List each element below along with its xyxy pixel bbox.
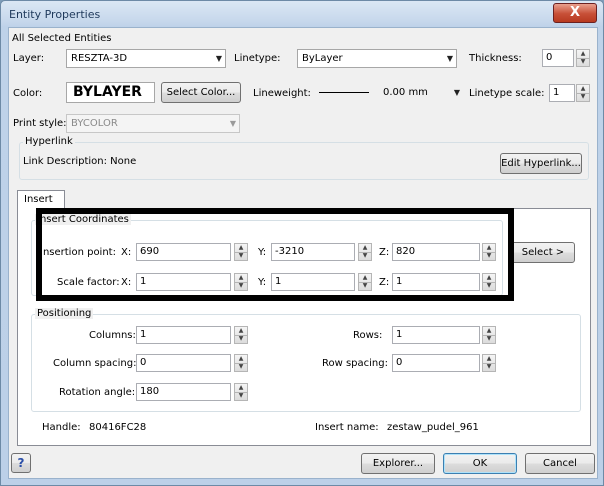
linetype-value: ByLayer	[302, 53, 343, 64]
close-button[interactable]: X	[553, 3, 597, 23]
ok-button[interactable]: OK	[443, 453, 517, 474]
all-selected-entities-title: All Selected Entities	[12, 33, 112, 44]
positioning-title: Positioning	[35, 308, 94, 319]
color-value: BYLAYER	[66, 82, 155, 103]
lineweight-dropdown[interactable]: 0.00 mm ▼	[315, 84, 463, 103]
spin-down-icon[interactable]: ▼	[577, 93, 589, 101]
select-button[interactable]: Select >	[511, 242, 575, 263]
chevron-down-icon: ▼	[229, 119, 236, 128]
spin-down-icon[interactable]: ▼	[235, 335, 247, 343]
dialog-client-area: All Selected Entities Layer: RESZTA-3D ▼ …	[8, 27, 598, 479]
layer-label: Layer:	[13, 53, 45, 64]
rotation-angle-input[interactable]: 180	[136, 383, 231, 401]
chevron-down-icon: ▼	[453, 88, 460, 97]
rotation-angle-stepper[interactable]: ▲ ▼	[234, 383, 248, 401]
layer-dropdown[interactable]: RESZTA-3D ▼	[66, 49, 226, 68]
print-style-dropdown: BYCOLOR ▼	[66, 114, 240, 133]
explorer-button[interactable]: Explorer...	[361, 453, 435, 474]
spin-down-icon[interactable]: ▼	[577, 58, 589, 66]
color-label: Color:	[13, 88, 43, 99]
select-color-button[interactable]: Select Color...	[161, 82, 241, 103]
thickness-stepper[interactable]: ▲ ▼	[576, 49, 590, 67]
spin-down-icon[interactable]: ▼	[235, 363, 247, 371]
row-spacing-stepper[interactable]: ▲ ▼	[482, 354, 496, 372]
chevron-down-icon: ▼	[215, 54, 222, 63]
insert-name-label: Insert name:	[315, 422, 379, 433]
entity-properties-window: Entity Properties X All Selected Entitie…	[0, 0, 604, 486]
lineweight-sample-line	[319, 92, 369, 93]
rotation-angle-label: Rotation angle:	[59, 387, 136, 398]
hyperlink-title: Hyperlink	[23, 136, 75, 147]
cancel-button[interactable]: Cancel	[525, 453, 595, 474]
print-style-value: BYCOLOR	[71, 118, 118, 129]
row-spacing-label: Row spacing:	[322, 358, 388, 369]
close-icon: X	[569, 5, 581, 20]
tab-insert[interactable]: Insert	[17, 190, 65, 209]
columns-label: Columns:	[89, 330, 136, 341]
linetype-scale-label: Linetype scale:	[469, 88, 545, 99]
row-spacing-input[interactable]: 0	[392, 354, 480, 372]
columns-input[interactable]: 1	[136, 326, 231, 344]
column-spacing-input[interactable]: 0	[136, 354, 231, 372]
thickness-input[interactable]: 0	[542, 49, 574, 67]
linetype-scale-stepper[interactable]: ▲ ▼	[576, 84, 590, 102]
help-icon: ?	[17, 456, 25, 470]
column-spacing-label: Column spacing:	[53, 358, 137, 369]
link-description: Link Description: None	[23, 156, 137, 167]
thickness-label: Thickness:	[469, 53, 522, 64]
linetype-dropdown[interactable]: ByLayer ▼	[297, 49, 457, 68]
lineweight-label: Lineweight:	[253, 88, 311, 99]
spin-down-icon[interactable]: ▼	[483, 363, 495, 371]
handle-value: 80416FC28	[89, 422, 147, 433]
linetype-label: Linetype:	[234, 53, 281, 64]
handle-label: Handle:	[42, 422, 81, 433]
rows-label: Rows:	[353, 330, 383, 341]
rows-input[interactable]: 1	[392, 326, 480, 344]
window-title: Entity Properties	[9, 8, 101, 21]
lineweight-value: 0.00 mm	[383, 87, 428, 98]
annotation-highlight-box	[36, 208, 514, 301]
linetype-scale-input[interactable]: 1	[549, 84, 575, 102]
print-style-label: Print style:	[13, 118, 67, 129]
layer-value: RESZTA-3D	[71, 53, 128, 64]
chevron-down-icon: ▼	[446, 54, 453, 63]
help-button[interactable]: ?	[11, 453, 31, 473]
spin-down-icon[interactable]: ▼	[235, 392, 247, 400]
columns-stepper[interactable]: ▲ ▼	[234, 326, 248, 344]
insert-name-value: zestaw_pudel_961	[387, 422, 479, 433]
column-spacing-stepper[interactable]: ▲ ▼	[234, 354, 248, 372]
rows-stepper[interactable]: ▲ ▼	[482, 326, 496, 344]
edit-hyperlink-button[interactable]: Edit Hyperlink...	[500, 153, 582, 174]
spin-down-icon[interactable]: ▼	[483, 335, 495, 343]
